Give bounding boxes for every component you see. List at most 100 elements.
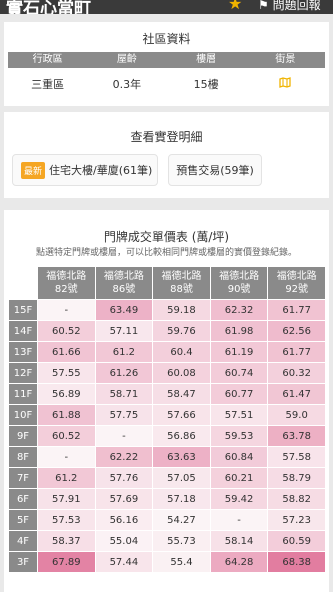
floor-label[interactable]: 13F xyxy=(9,342,37,362)
address-road: 福德北路 xyxy=(103,271,144,282)
price-cell[interactable]: 60.84 xyxy=(210,447,268,467)
floor-row: 12F 57.55 61.26 60.08 60.74 60.32 xyxy=(9,363,325,383)
address-road: 福德北路 xyxy=(161,271,202,282)
price-cell[interactable]: 61.98 xyxy=(210,321,268,341)
floor-row: 8F -62.22 63.63 60.84 57.58 xyxy=(9,447,325,467)
price-cell[interactable]: 58.71 xyxy=(95,384,153,404)
price-cell[interactable]: 57.44 xyxy=(95,552,153,572)
price-cell[interactable]: 57.75 xyxy=(95,405,153,425)
price-cell[interactable]: 62.56 xyxy=(268,321,325,341)
price-cell[interactable]: 56.89 xyxy=(38,384,95,404)
price-cell[interactable]: 59.0 xyxy=(268,405,325,425)
price-cell[interactable]: 54.27 xyxy=(153,510,210,530)
price-cell[interactable]: 57.05 xyxy=(153,468,210,488)
price-cell[interactable]: - xyxy=(95,426,153,446)
price-cell[interactable]: 57.58 xyxy=(268,447,325,467)
price-cell[interactable]: 60.74 xyxy=(210,363,268,383)
price-cell[interactable]: 61.26 xyxy=(95,363,153,383)
price-cell[interactable]: 61.2 xyxy=(95,342,153,362)
price-cell[interactable]: 60.21 xyxy=(210,468,268,488)
price-cell[interactable]: 61.19 xyxy=(210,342,268,362)
price-cell[interactable]: 61.77 xyxy=(268,342,325,362)
floor-label[interactable]: 11F xyxy=(9,384,37,404)
price-cell[interactable]: 58.82 xyxy=(268,489,325,509)
address-column-header[interactable]: 福德北路 88號 xyxy=(153,267,210,299)
community-info-card: 社區資料 行政區 屋齡 樓層 街景 三重區 0.3年 15樓 xyxy=(4,22,329,106)
address-column-header[interactable]: 福德北路 86號 xyxy=(95,267,153,299)
floor-label[interactable]: 15F xyxy=(9,300,37,320)
report-issue-button[interactable]: ⚑ 問題回報 xyxy=(258,0,321,13)
price-cell[interactable]: 55.73 xyxy=(153,531,210,551)
price-cell[interactable]: - xyxy=(38,447,95,467)
price-cell[interactable]: 60.32 xyxy=(268,363,325,383)
price-cell[interactable]: 60.52 xyxy=(38,426,95,446)
price-cell[interactable]: 58.37 xyxy=(38,531,95,551)
price-cell[interactable]: 60.08 xyxy=(153,363,210,383)
price-cell[interactable]: 57.11 xyxy=(95,321,153,341)
address-column-header[interactable]: 福德北路 82號 xyxy=(38,267,95,299)
price-cell[interactable]: 61.88 xyxy=(38,405,95,425)
price-cell[interactable]: 57.76 xyxy=(95,468,153,488)
community-table-header: 行政區 屋齡 樓層 街景 xyxy=(8,52,325,68)
price-cell[interactable]: 59.42 xyxy=(210,489,268,509)
floor-label[interactable]: 14F xyxy=(9,321,37,341)
price-cell[interactable]: 68.38 xyxy=(268,552,325,572)
favorite-star-icon[interactable]: ★ xyxy=(228,0,242,13)
price-cell[interactable]: 61.47 xyxy=(268,384,325,404)
price-cell[interactable]: 57.69 xyxy=(95,489,153,509)
presale-records-button[interactable]: 預售交易(59筆) xyxy=(168,154,262,186)
price-cell[interactable]: 57.55 xyxy=(38,363,95,383)
price-cell[interactable]: - xyxy=(210,510,268,530)
price-cell[interactable]: 61.77 xyxy=(268,300,325,320)
price-cell[interactable]: 57.18 xyxy=(153,489,210,509)
price-cell[interactable]: 59.53 xyxy=(210,426,268,446)
price-cell[interactable]: 64.28 xyxy=(210,552,268,572)
price-cell[interactable]: 57.51 xyxy=(210,405,268,425)
price-cell[interactable]: 56.16 xyxy=(95,510,153,530)
price-cell[interactable]: 57.23 xyxy=(268,510,325,530)
address-road: 福德北路 xyxy=(219,271,260,282)
floor-label[interactable]: 9F xyxy=(9,426,37,446)
floor-label[interactable]: 7F xyxy=(9,468,37,488)
floor-label[interactable]: 6F xyxy=(9,489,37,509)
price-cell[interactable]: 63.78 xyxy=(268,426,325,446)
price-cell[interactable]: 63.49 xyxy=(95,300,153,320)
price-cell[interactable]: 61.2 xyxy=(38,468,95,488)
price-cell[interactable]: 60.4 xyxy=(153,342,210,362)
price-cell[interactable]: 57.66 xyxy=(153,405,210,425)
floor-row: 4F 58.37 55.04 55.73 58.14 60.59 xyxy=(9,531,325,551)
price-cell[interactable]: 58.79 xyxy=(268,468,325,488)
address-column-header[interactable]: 福德北路 90號 xyxy=(210,267,268,299)
price-cell[interactable]: 61.66 xyxy=(38,342,95,362)
floor-label[interactable]: 12F xyxy=(9,363,37,383)
price-cell[interactable]: 59.76 xyxy=(153,321,210,341)
price-cell[interactable]: 59.18 xyxy=(153,300,210,320)
price-cell[interactable]: 60.77 xyxy=(210,384,268,404)
price-cell[interactable]: - xyxy=(38,300,95,320)
floor-label[interactable]: 3F xyxy=(9,552,37,572)
floor-label[interactable]: 10F xyxy=(9,405,37,425)
price-cell[interactable]: 55.04 xyxy=(95,531,153,551)
price-cell[interactable]: 58.47 xyxy=(153,384,210,404)
price-cell[interactable]: 55.4 xyxy=(153,552,210,572)
address-number: 82號 xyxy=(54,284,78,295)
floor-label[interactable]: 8F xyxy=(9,447,37,467)
floor-row: 15F -63.49 59.18 62.32 61.77 xyxy=(9,300,325,320)
floor-label[interactable]: 5F xyxy=(9,510,37,530)
price-cell[interactable]: 62.32 xyxy=(210,300,268,320)
address-column-header[interactable]: 福德北路 92號 xyxy=(268,267,325,299)
price-cell[interactable]: 57.53 xyxy=(38,510,95,530)
price-cell[interactable]: 62.22 xyxy=(95,447,153,467)
map-icon[interactable] xyxy=(279,77,292,88)
residential-records-button[interactable]: 最新 住宅大樓/華廈(61筆) xyxy=(12,154,158,186)
price-cell[interactable]: 57.91 xyxy=(38,489,95,509)
streetview-cell[interactable] xyxy=(246,77,325,91)
price-cell[interactable]: 63.63 xyxy=(153,447,210,467)
floor-label[interactable]: 4F xyxy=(9,531,37,551)
price-cell[interactable]: 60.52 xyxy=(38,321,95,341)
price-cell[interactable]: 60.59 xyxy=(268,531,325,551)
price-cell[interactable]: 58.14 xyxy=(210,531,268,551)
price-cell[interactable]: 56.86 xyxy=(153,426,210,446)
price-cell[interactable]: 67.89 xyxy=(38,552,95,572)
floor-row: 14F 60.52 57.11 59.76 61.98 62.56 xyxy=(9,321,325,341)
